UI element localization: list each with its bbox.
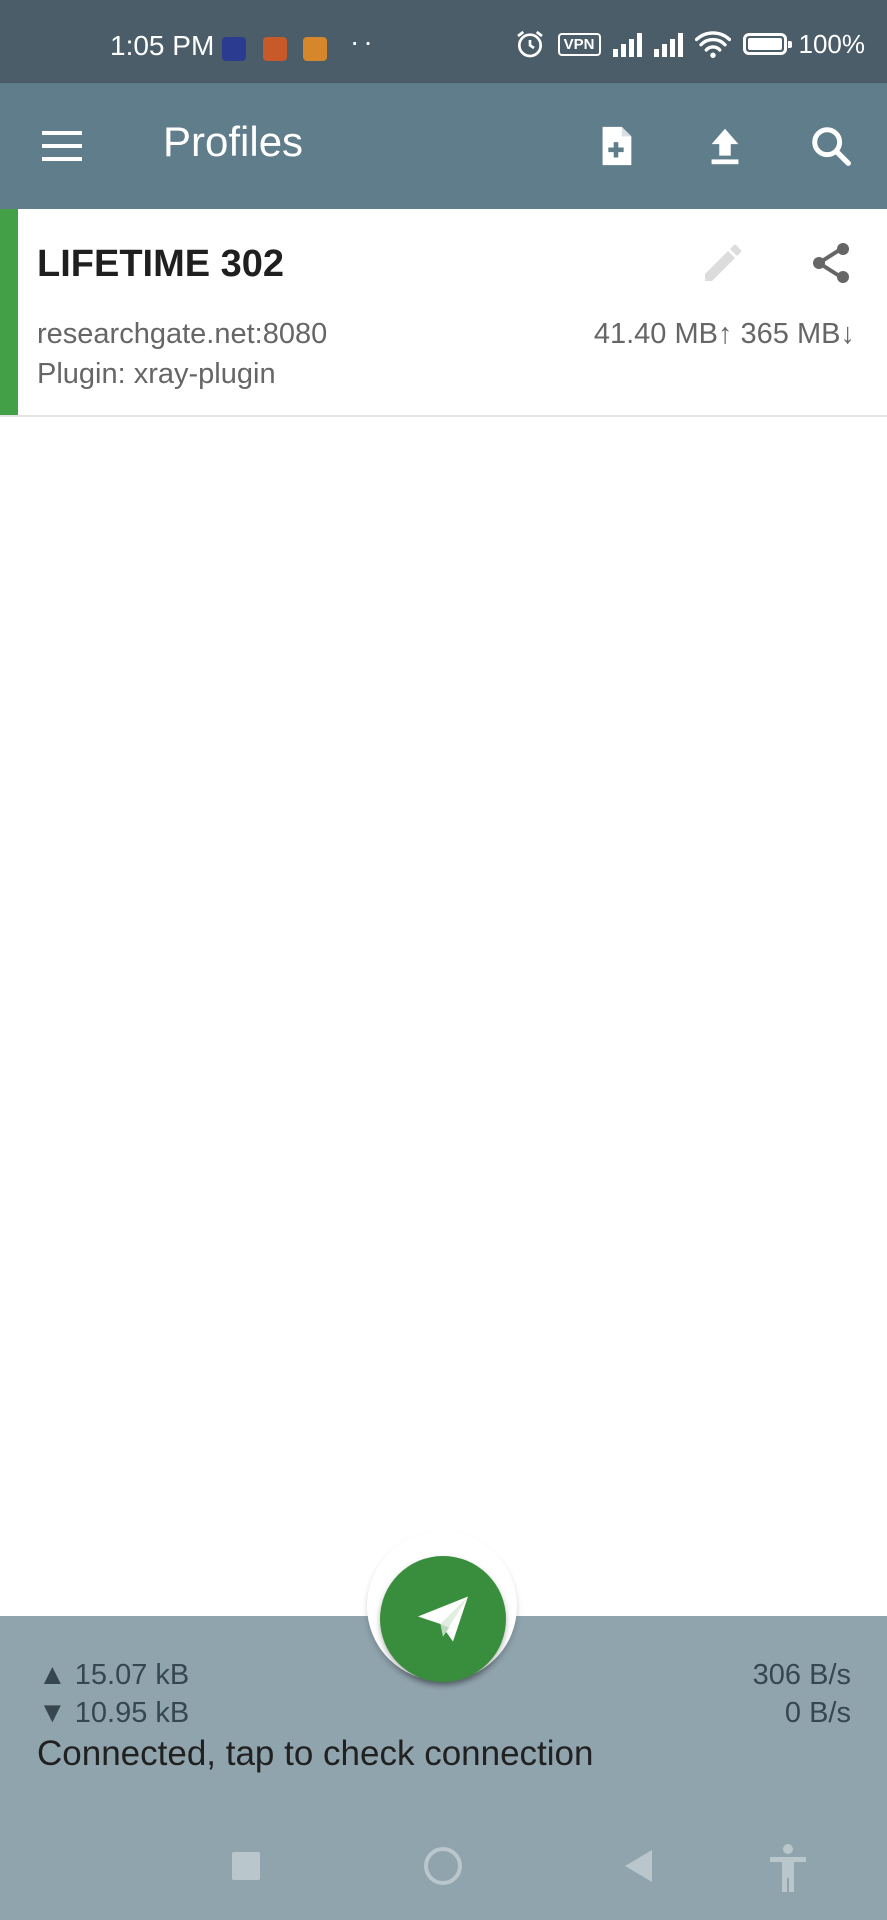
rx-rate: 0 B/s <box>784 1697 851 1729</box>
search-icon[interactable] <box>808 123 854 169</box>
profile-card[interactable]: LIFETIME 302 researchgate.net:8080 Plugi… <box>0 209 887 417</box>
notification-app-icon <box>303 37 327 61</box>
connect-fab-button[interactable] <box>380 1556 506 1682</box>
home-nav-button[interactable] <box>422 1845 464 1887</box>
back-nav-button[interactable] <box>622 1848 656 1884</box>
accessibility-icon[interactable] <box>764 1842 812 1894</box>
status-bar: 1:05 PM ·· VPN 100% <box>0 0 887 83</box>
wifi-icon <box>694 31 731 58</box>
notification-app-icon <box>222 37 246 61</box>
page-title: Profiles <box>163 118 304 165</box>
battery-percent: 100% <box>798 28 866 59</box>
more-notifications-dots: ·· <box>350 26 377 57</box>
connection-status[interactable]: Connected, tap to check connection <box>37 1734 593 1774</box>
profile-name: LIFETIME 302 <box>37 243 285 285</box>
share-icon[interactable] <box>807 239 855 287</box>
alarm-icon <box>516 30 543 58</box>
paper-plane-icon <box>418 1596 468 1642</box>
signal-icon <box>653 31 683 57</box>
profile-traffic: 41.40 MB↑ 365 MB↓ <box>593 318 855 350</box>
upload-icon[interactable] <box>702 123 748 169</box>
recents-nav-button[interactable] <box>232 1852 260 1880</box>
status-time: 1:05 PM <box>110 30 215 61</box>
app-toolbar: Profiles <box>0 83 887 209</box>
profile-plugin: Plugin: xray-plugin <box>37 358 276 390</box>
edit-icon[interactable] <box>699 239 747 287</box>
vpn-badge: VPN <box>557 32 601 56</box>
status-right-cluster: VPN 100% <box>514 28 865 60</box>
selected-indicator <box>0 209 18 415</box>
new-file-icon[interactable] <box>593 123 639 169</box>
notification-app-icon <box>263 37 287 61</box>
signal-icon <box>612 31 642 57</box>
profile-host: researchgate.net:8080 <box>37 318 328 350</box>
tx-rate: 306 B/s <box>752 1659 851 1691</box>
menu-icon[interactable] <box>40 129 84 163</box>
rx-total: ▼ 10.95 kB <box>38 1697 190 1729</box>
battery-icon <box>742 33 792 55</box>
tx-total: ▲ 15.07 kB <box>38 1659 190 1691</box>
